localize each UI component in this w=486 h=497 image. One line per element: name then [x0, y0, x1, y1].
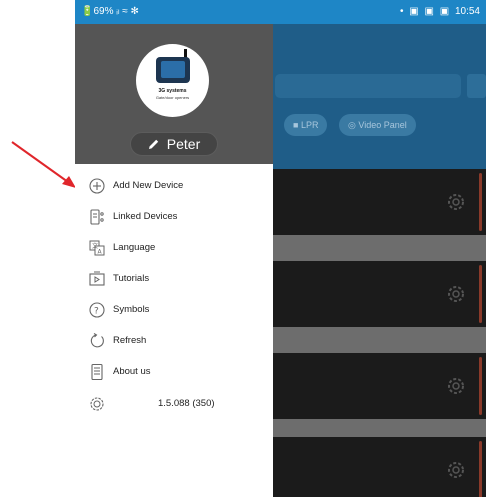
status-left: 🔋69% ᵢₗ ≈ ✻ [81, 6, 139, 17]
about-icon [91, 363, 103, 381]
menu-item-linked-devices[interactable]: Linked Devices [75, 203, 273, 233]
video-panel-icon: ◎ [348, 120, 359, 130]
status-bar: 🔋69% ᵢₗ ≈ ✻ • ▣ ▣ ▣ 10:54 [75, 0, 486, 24]
menu-label: Tutorials [113, 273, 150, 284]
settings-gear-icon [448, 378, 464, 394]
add-circle-icon [89, 178, 105, 194]
menu-label: Refresh [113, 335, 147, 346]
menu-item-refresh[interactable]: Refresh [75, 327, 273, 357]
tutorials-icon [89, 271, 105, 286]
navigation-drawer: 3G systems Gate/door openers Peter Add N… [75, 24, 273, 497]
chip-video-panel: ◎ Video Panel [339, 114, 416, 136]
menu-label: Add New Device [113, 180, 184, 191]
background-search-bar [275, 74, 461, 98]
menu-item-about-us[interactable]: About us [75, 358, 273, 388]
status-time: 10:54 [454, 6, 480, 17]
settings-gear-icon [448, 194, 464, 210]
calendar-icon: ▣ [439, 6, 450, 17]
user-profile-button[interactable]: Peter [130, 132, 218, 156]
menu-item-version: 1.5.088 (350) [75, 390, 273, 420]
menu-label: Language [113, 242, 156, 253]
circuit-board-icon [161, 61, 185, 78]
chip-lpr: ■ LPR [284, 114, 328, 136]
user-name: Peter [166, 136, 201, 152]
brand-logo: 3G systems Gate/door openers [136, 44, 209, 117]
menu-item-tutorials[interactable]: Tutorials [75, 265, 273, 295]
chip-lpr-label: LPR [300, 120, 319, 130]
menu-item-symbols[interactable]: ? Symbols [75, 296, 273, 326]
menu-label: Linked Devices [113, 211, 178, 222]
pencil-icon [148, 138, 160, 150]
menu-label: Symbols [113, 304, 150, 315]
device-card [273, 261, 486, 327]
camera-icon: ■ [293, 120, 301, 130]
chip-video-panel-label: Video Panel [358, 120, 407, 130]
svg-text:?: ? [94, 307, 99, 317]
drawer-header: 3G systems Gate/door openers Peter [75, 24, 273, 164]
logo-title: 3G systems [158, 88, 187, 94]
gallery-icon: ▣ [424, 6, 434, 17]
card-accent [479, 357, 482, 415]
card-accent [479, 441, 482, 497]
settings-gear-icon [448, 462, 464, 478]
background-grid-button [467, 74, 486, 98]
red-annotation-arrow-icon [11, 141, 76, 188]
notification-dot-icon: • [399, 6, 404, 17]
language-icon: 文A [89, 240, 105, 256]
card-accent [479, 173, 482, 231]
card-accent [479, 265, 482, 323]
device-card [273, 169, 486, 235]
version-icon [90, 397, 104, 411]
device-screen: 🔋69% ᵢₗ ≈ ✻ • ▣ ▣ ▣ 10:54 ■ LPR ◎ Video … [75, 0, 486, 497]
settings-gear-icon [448, 286, 464, 302]
menu-label: About us [113, 366, 151, 377]
linked-devices-icon [90, 209, 104, 225]
version-label: 1.5.088 (350) [158, 398, 215, 409]
logo-subtitle: Gate/door openers [155, 95, 190, 100]
symbols-icon: ? [89, 302, 105, 318]
app-icon: ▣ [409, 6, 419, 17]
status-right: • ▣ ▣ ▣ 10:54 [397, 6, 480, 17]
menu-item-language[interactable]: 文A Language [75, 234, 273, 264]
device-card [273, 437, 486, 497]
menu-item-add-new-device[interactable]: Add New Device [75, 172, 273, 202]
device-card [273, 353, 486, 419]
refresh-icon [90, 333, 104, 348]
